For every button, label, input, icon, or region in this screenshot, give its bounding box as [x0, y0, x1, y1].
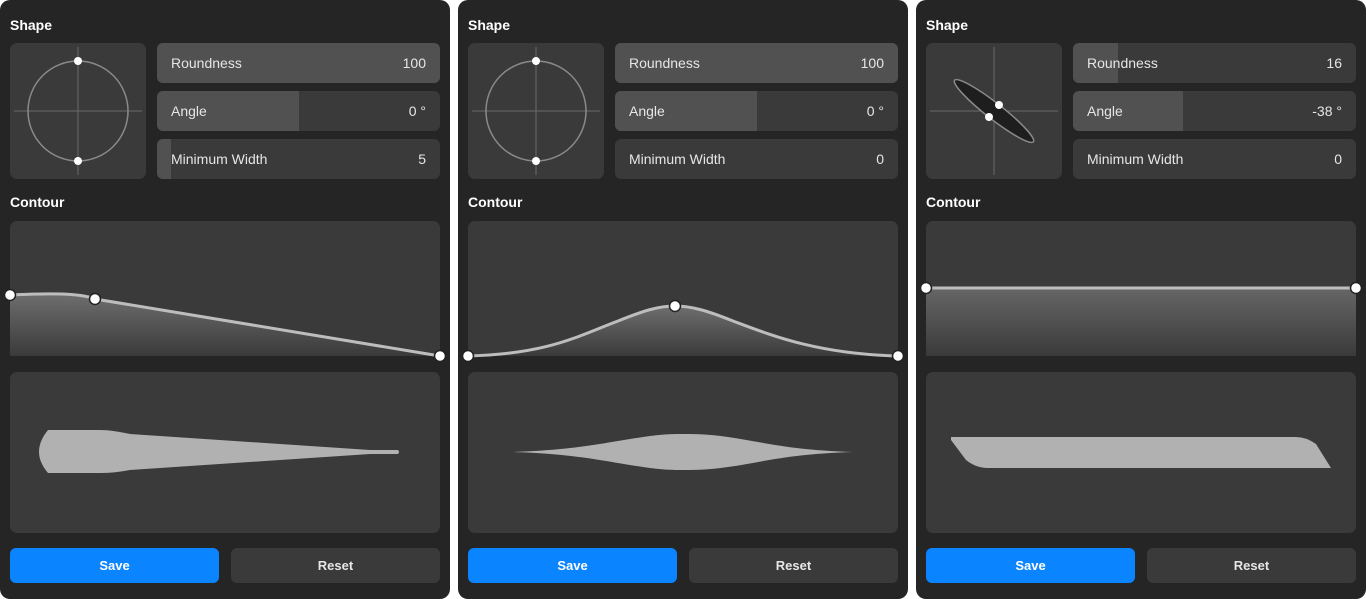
- minimum-width-slider[interactable]: Minimum Width 0: [1073, 139, 1356, 179]
- contour-handle-start[interactable]: [461, 349, 475, 363]
- stroke-preview: [10, 372, 440, 533]
- shape-circle-graphic: [472, 47, 600, 175]
- shape-preview-ellipse[interactable]: [926, 43, 1062, 179]
- contour-handle-mid[interactable]: [668, 299, 682, 313]
- contour-curve-editor[interactable]: [919, 221, 1363, 356]
- contour-handle-start[interactable]: [919, 281, 933, 295]
- roundness-value: 16: [1326, 55, 1342, 71]
- shape-handle-bottom[interactable]: [74, 157, 82, 165]
- shape-circle-graphic: [14, 47, 142, 175]
- stroke-preview: [926, 372, 1356, 533]
- angle-slider[interactable]: Angle -38 °: [1073, 91, 1356, 131]
- minimum-width-label: Minimum Width: [1087, 151, 1184, 167]
- minimum-width-label: Minimum Width: [171, 151, 268, 167]
- shape-handle-top[interactable]: [532, 57, 540, 65]
- shape-handle-top[interactable]: [74, 57, 82, 65]
- minimum-width-slider[interactable]: Minimum Width 5: [157, 139, 440, 179]
- contour-handle-end[interactable]: [433, 349, 447, 363]
- roundness-slider[interactable]: Roundness 100: [157, 43, 440, 83]
- angle-label: Angle: [171, 103, 207, 119]
- minimum-width-value: 0: [876, 151, 884, 167]
- contour-curve-graphic: [461, 299, 905, 363]
- angle-label: Angle: [1087, 103, 1123, 119]
- angle-slider[interactable]: Angle 0 °: [615, 91, 898, 131]
- roundness-value: 100: [860, 55, 884, 71]
- shape-preview-circle[interactable]: [468, 43, 604, 179]
- brush-shape-panel-3: Shape Roundness 16 Angle -38 ° Minimum W…: [916, 0, 1366, 599]
- shape-section-title: Shape: [926, 17, 969, 33]
- save-button[interactable]: Save: [926, 548, 1135, 583]
- minimum-width-value: 5: [418, 151, 426, 167]
- contour-handle-start[interactable]: [3, 288, 17, 302]
- save-button[interactable]: Save: [468, 548, 677, 583]
- roundness-slider[interactable]: Roundness 16: [1073, 43, 1356, 83]
- stroke-preview-graphic: [513, 434, 853, 470]
- reset-button[interactable]: Reset: [1147, 548, 1356, 583]
- contour-handle-end[interactable]: [1349, 281, 1363, 295]
- angle-slider[interactable]: Angle 0 °: [157, 91, 440, 131]
- stroke-preview-graphic: [39, 430, 399, 473]
- minimum-width-fill: [157, 139, 172, 179]
- roundness-label: Roundness: [1087, 55, 1158, 71]
- contour-curve-editor[interactable]: [3, 221, 447, 363]
- shape-handle-bottom[interactable]: [532, 157, 540, 165]
- roundness-slider[interactable]: Roundness 100: [615, 43, 898, 83]
- stroke-preview: [468, 372, 898, 533]
- shape-section-title: Shape: [10, 17, 53, 33]
- contour-handle-mid[interactable]: [88, 292, 102, 306]
- contour-curve-graphic: [3, 288, 447, 363]
- contour-section-title: Contour: [926, 194, 981, 210]
- minimum-width-value: 0: [1334, 151, 1342, 167]
- roundness-label: Roundness: [171, 55, 242, 71]
- contour-curve-graphic: [919, 281, 1363, 356]
- angle-value: -38 °: [1312, 103, 1342, 119]
- contour-section-title: Contour: [10, 194, 65, 210]
- reset-button[interactable]: Reset: [231, 548, 440, 583]
- minimum-width-slider[interactable]: Minimum Width 0: [615, 139, 898, 179]
- minimum-width-label: Minimum Width: [629, 151, 726, 167]
- roundness-label: Roundness: [629, 55, 700, 71]
- shape-handle-top[interactable]: [995, 101, 1003, 109]
- contour-handle-end[interactable]: [891, 349, 905, 363]
- roundness-value: 100: [402, 55, 426, 71]
- shape-ellipse-graphic: [930, 47, 1058, 175]
- brush-shape-panel-1: Shape Roundness 100 Angle 0 ° Minimum Wi…: [0, 0, 450, 599]
- stroke-preview-graphic: [951, 437, 1331, 468]
- shape-handle-bottom[interactable]: [985, 113, 993, 121]
- save-button[interactable]: Save: [10, 548, 219, 583]
- contour-section-title: Contour: [468, 194, 523, 210]
- shape-preview-circle[interactable]: [10, 43, 146, 179]
- contour-curve-editor[interactable]: [461, 221, 905, 363]
- angle-value: 0 °: [408, 103, 426, 119]
- brush-shape-panel-2: Shape Roundness 100 Angle 0 ° Minimum Wi…: [458, 0, 908, 599]
- angle-value: 0 °: [866, 103, 884, 119]
- angle-label: Angle: [629, 103, 665, 119]
- reset-button[interactable]: Reset: [689, 548, 898, 583]
- shape-section-title: Shape: [468, 17, 511, 33]
